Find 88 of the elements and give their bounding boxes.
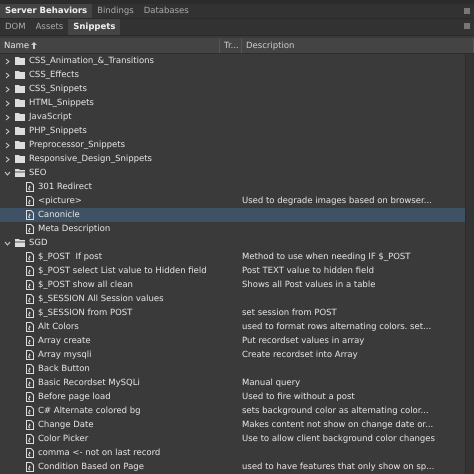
document-icon: [26, 336, 34, 346]
snippet-name[interactable]: 301 Redirect: [38, 182, 92, 192]
snippet-name[interactable]: <picture>: [38, 196, 82, 206]
chevron-icon[interactable]: [4, 86, 11, 92]
snippet-name[interactable]: comma <- not on last record: [38, 448, 160, 458]
column-header[interactable]: Description: [242, 38, 474, 53]
chevron-icon[interactable]: [4, 128, 11, 134]
panel-tab[interactable]: Server Behaviors: [0, 4, 92, 18]
document-icon: [26, 378, 34, 388]
snippet-name[interactable]: Color Picker: [38, 434, 88, 444]
document-icon: [26, 434, 34, 444]
snippet-description: set session from POST: [242, 308, 337, 318]
chevron-icon[interactable]: [4, 170, 11, 176]
snippet-name[interactable]: $_SESSION All Session values: [38, 294, 164, 304]
folder-name[interactable]: CSS_Animation_&_Transitions: [29, 56, 154, 66]
snippet-description: Create recordset into Array: [242, 350, 358, 360]
snippet-description: Used to degrade images based on browser...: [242, 196, 432, 206]
document-icon: [26, 266, 34, 276]
document-icon: [26, 224, 34, 234]
snippet-name[interactable]: Canonicle: [38, 210, 80, 220]
panel-tab[interactable]: Assets: [30, 19, 68, 35]
chevron-icon[interactable]: [4, 100, 11, 106]
panel-tab[interactable]: DOM: [0, 19, 31, 35]
snippet-description: Shows all Post values in a table: [242, 280, 376, 290]
document-icon: [26, 392, 34, 402]
snippet-name[interactable]: $_POST show all clean: [38, 280, 133, 290]
snippet-name[interactable]: Before page load: [38, 392, 111, 402]
snippet-name[interactable]: Alt Colors: [38, 322, 79, 332]
column-header[interactable]: Tr...: [220, 38, 242, 53]
panel-tab[interactable]: Bindings: [92, 4, 139, 18]
snippet-description: used to have features that only show on sp...: [242, 462, 434, 472]
folder-name[interactable]: Responsive_Design_Snippets: [29, 154, 152, 164]
snippet-name[interactable]: $_SESSION from POST: [38, 308, 132, 318]
chevron-icon[interactable]: [4, 72, 11, 78]
snippet-description: used to format rows alternating colors. set...: [242, 322, 432, 332]
chevron-icon[interactable]: [4, 142, 11, 148]
document-icon: [26, 448, 34, 458]
document-icon: [26, 462, 34, 472]
snippet-description: Post TEXT value to hidden field: [242, 266, 374, 276]
document-icon: [26, 252, 34, 262]
folder-name[interactable]: JavaScript: [29, 112, 72, 122]
folder-name[interactable]: SEO: [29, 168, 46, 178]
snippet-description: Makes content not show on change date or...: [242, 420, 434, 430]
snippet-description: Used to fire without a post: [242, 392, 355, 402]
folder-name[interactable]: CSS_Snippets: [29, 84, 87, 94]
snippet-name[interactable]: Array mysqli: [38, 350, 92, 360]
snippet-name[interactable]: Meta Description: [38, 224, 110, 234]
document-icon: [26, 308, 34, 318]
snippet-description: Put recordset values in array: [242, 336, 364, 346]
document-icon: [26, 210, 34, 220]
snippet-name[interactable]: C# Alternate colored bg: [38, 406, 141, 416]
snippet-name[interactable]: Condition Based on Page: [38, 462, 144, 472]
chevron-icon[interactable]: [4, 240, 11, 246]
document-icon: [26, 322, 34, 332]
document-icon: [26, 196, 34, 206]
folder-icon: [15, 169, 25, 177]
chevron-icon[interactable]: [4, 156, 11, 162]
document-icon: [26, 420, 34, 430]
document-icon: [26, 406, 34, 416]
folder-name[interactable]: CSS_Effects: [29, 70, 79, 80]
sort-arrow-icon: [31, 42, 38, 49]
snippet-name[interactable]: Array create: [38, 336, 91, 346]
folder-name[interactable]: PHP_Snippets: [29, 126, 87, 136]
snippet-name[interactable]: Basic Recordset MySQLi: [38, 378, 140, 388]
chevron-icon[interactable]: [4, 114, 11, 120]
document-icon: [26, 280, 34, 290]
snippet-name[interactable]: Back Button: [38, 364, 90, 374]
folder-name[interactable]: Preprocessor_Snippets: [29, 140, 126, 150]
column-label: Name: [4, 40, 30, 50]
snippet-name[interactable]: $_POST select List value to Hidden field: [38, 266, 207, 276]
folder-icon: [15, 239, 25, 247]
snippet-name[interactable]: Change Date: [38, 420, 94, 430]
document-icon: [26, 294, 34, 304]
folder-name[interactable]: SGD: [29, 238, 48, 248]
snippet-name[interactable]: $_POST If post: [38, 252, 102, 262]
snippet-description: Method to use when needing IF $_POST: [242, 252, 410, 262]
document-icon: [26, 182, 34, 192]
document-icon: [26, 350, 34, 360]
panel-tab[interactable]: Databases: [138, 4, 194, 18]
panel-tab[interactable]: Snippets: [68, 19, 120, 35]
snippet-description: sets background color as alternating color...: [242, 406, 429, 416]
selected-row-highlight[interactable]: Canonicle: [0, 208, 465, 222]
column-header[interactable]: Name: [0, 38, 220, 53]
folder-name[interactable]: HTML_Snippets: [29, 98, 94, 108]
snippet-description: Manual query: [242, 378, 300, 388]
chevron-icon[interactable]: [4, 58, 11, 64]
document-icon: [26, 364, 34, 374]
snippet-description: Use to allow client background color changes: [242, 434, 435, 444]
